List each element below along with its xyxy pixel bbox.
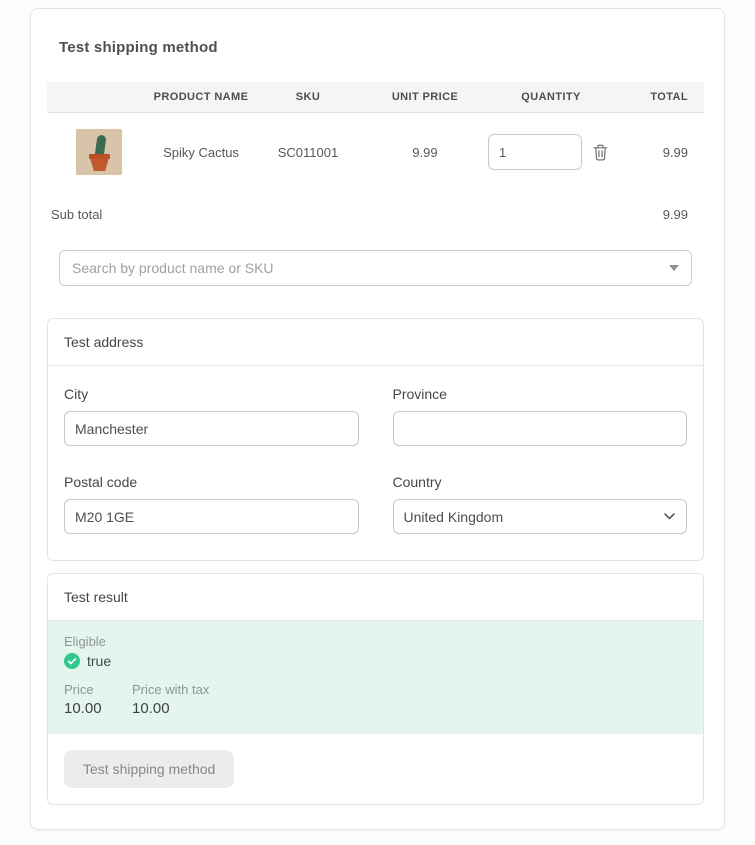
subtotal-row: Sub total 9.99 xyxy=(47,191,704,236)
province-input[interactable] xyxy=(393,411,688,446)
product-image xyxy=(76,129,122,175)
result-box: Eligible true Price 10.00 Price with tax… xyxy=(48,621,703,734)
header-total: TOTAL xyxy=(617,91,704,103)
product-search-input[interactable] xyxy=(59,250,692,286)
total-cell: 9.99 xyxy=(617,145,704,160)
price-block: Price 10.00 xyxy=(64,682,108,717)
test-shipping-panel: Test shipping method PRODUCT NAME SKU UN… xyxy=(30,8,725,830)
subtotal-label: Sub total xyxy=(51,207,102,222)
product-name-cell: Spiky Cactus xyxy=(151,145,251,160)
test-result-card: Test result Eligible true Price 10.00 Pr… xyxy=(47,573,704,805)
product-image-cell xyxy=(47,129,151,175)
check-circle-icon xyxy=(64,653,80,669)
product-search xyxy=(59,250,692,286)
page-title: Test shipping method xyxy=(59,39,704,56)
test-address-title: Test address xyxy=(48,319,703,366)
test-result-title: Test result xyxy=(48,574,703,621)
quantity-input[interactable] xyxy=(488,134,582,170)
eligible-value: true xyxy=(64,653,687,669)
country-field: Country United Kingdom xyxy=(393,474,688,534)
dropdown-caret-icon xyxy=(669,265,679,271)
trash-icon xyxy=(593,144,608,161)
country-select[interactable]: United Kingdom xyxy=(393,499,688,534)
price-with-tax-block: Price with tax 10.00 xyxy=(132,682,209,717)
price-with-tax-value: 10.00 xyxy=(132,700,209,717)
table-row: Spiky Cactus SC011001 9.99 9.99 xyxy=(47,113,704,191)
province-field: Province xyxy=(393,386,688,446)
unit-price-cell: 9.99 xyxy=(365,145,485,160)
header-sku: SKU xyxy=(251,91,365,103)
price-value: 10.00 xyxy=(64,700,108,717)
subtotal-value: 9.99 xyxy=(663,207,688,222)
postal-code-field: Postal code xyxy=(64,474,359,534)
city-field: City xyxy=(64,386,359,446)
quantity-cell xyxy=(485,134,617,170)
city-label: City xyxy=(64,386,359,402)
header-quantity: QUANTITY xyxy=(485,91,617,103)
province-label: Province xyxy=(393,386,688,402)
postal-code-input[interactable] xyxy=(64,499,359,534)
price-label: Price xyxy=(64,682,108,697)
country-label: Country xyxy=(393,474,688,490)
test-shipping-method-button[interactable]: Test shipping method xyxy=(64,750,234,788)
header-unit-price: UNIT PRICE xyxy=(365,91,485,103)
postal-code-label: Postal code xyxy=(64,474,359,490)
product-table: PRODUCT NAME SKU UNIT PRICE QUANTITY TOT… xyxy=(47,82,704,236)
price-with-tax-label: Price with tax xyxy=(132,682,209,697)
eligible-label: Eligible xyxy=(64,634,687,649)
header-product-name: PRODUCT NAME xyxy=(151,91,251,103)
city-input[interactable] xyxy=(64,411,359,446)
table-header-row: PRODUCT NAME SKU UNIT PRICE QUANTITY TOT… xyxy=(47,82,704,113)
test-address-card: Test address City Province Postal code C… xyxy=(47,318,704,561)
remove-product-button[interactable] xyxy=(593,144,608,161)
sku-cell: SC011001 xyxy=(251,145,365,160)
